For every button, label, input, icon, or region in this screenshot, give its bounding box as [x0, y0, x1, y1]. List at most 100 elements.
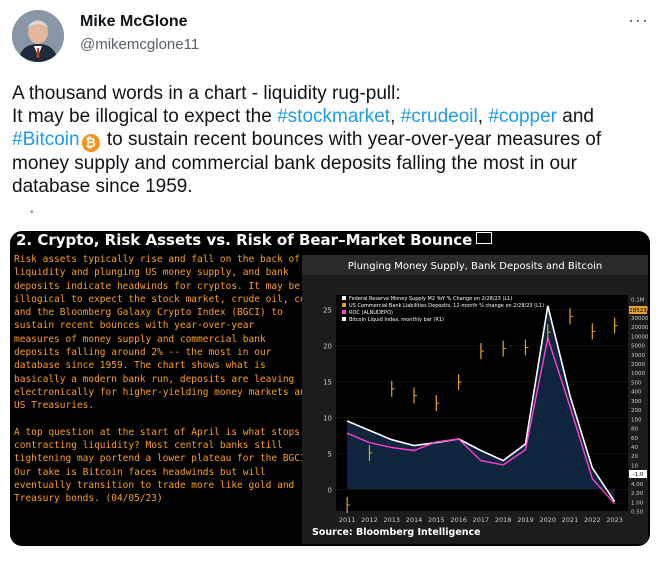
right-tick-label: 0.1M [631, 298, 645, 304]
left-tick-label: 25 [323, 306, 332, 314]
media-body-line: liquidity and plunging US money supply, … [14, 267, 289, 279]
tweet-media-image[interactable]: 2. Crypto, Risk Assets vs. Risk of Bear–… [10, 231, 650, 546]
x-tick-label: 2023 [606, 516, 623, 524]
right-marker-label: -1.0 [633, 472, 644, 478]
chart-svg: Plunging Money Supply, Bank Deposits and… [302, 255, 649, 538]
legend-label: US Commercial Bank Liabilities Deposits,… [349, 303, 544, 309]
media-body-line: Our take is Bitcoin faces headwinds but … [14, 466, 266, 478]
x-tick-label: 2011 [339, 516, 356, 524]
media-body-line: database since 1959. The chart shows wha… [14, 360, 266, 372]
media-body-line: deposits indicate headwinds for cryptos.… [14, 280, 300, 292]
right-tick-label: 400 [631, 390, 642, 396]
chart-title: Plunging Money Supply, Bank Deposits and… [348, 261, 602, 272]
media-body-line: and the Bloomberg Galaxy Crypto Index (B… [14, 307, 283, 319]
media-body-line [14, 413, 300, 426]
media-body-line: eventually transition to trade more like… [14, 480, 295, 492]
right-tick-label: 20000 [631, 325, 648, 331]
tweet-line: It may be illogical to expect the #stock… [12, 105, 652, 128]
tweet-text: A thousand words in a chart - liquidity … [12, 82, 652, 198]
right-tick-label: 200 [631, 408, 642, 414]
tweet-text-segment: to sustain recent bounces with year-over… [101, 129, 602, 150]
media-body-line: measures of money supply and commercial … [14, 333, 266, 345]
right-tick-label: 10000 [631, 334, 648, 340]
x-tick-label: 2019 [517, 516, 534, 524]
tweet-line: A thousand words in a chart - liquidity … [12, 83, 401, 104]
mail-icon [476, 232, 493, 244]
divider-dot: • [30, 207, 34, 218]
media-body-line: electronically for higher-yielding money… [14, 386, 312, 398]
tweet-line: money supply and commercial bank deposit… [12, 153, 578, 174]
x-tick-label: 2013 [383, 516, 400, 524]
chart-source: Source: Bloomberg Intelligence [312, 527, 481, 538]
right-tick-label: 20 [631, 454, 638, 460]
right-tick-label: 2.00 [631, 491, 644, 497]
tweet-line: #Bitcoin ₿ to sustain recent bounces with… [12, 128, 652, 152]
author-handle[interactable]: @mikemcglone11 [80, 36, 199, 53]
legend-swatch [342, 303, 346, 307]
tweet-text-segment: and [556, 106, 594, 127]
left-tick-label: 10 [323, 414, 332, 422]
right-tick-label: 40 [631, 445, 638, 451]
right-tick-label: 0.50 [631, 510, 644, 516]
right-tick-label: 500 [631, 380, 642, 386]
tweet-text-segment: , [477, 106, 489, 127]
tweet-text-segment: It may be illogical to expect the [12, 106, 278, 127]
bitcoin-emoji-icon: ₿ [81, 134, 100, 152]
right-tick-label: 2000 [631, 362, 645, 368]
left-tick-label: 20 [323, 342, 332, 350]
right-marker-label: 28523 [629, 308, 647, 314]
media-body-line: basically a modern bank run, deposits ar… [14, 373, 295, 385]
media-body-line: A top question at the start of April is … [14, 426, 300, 438]
right-tick-label: 10 [631, 463, 638, 469]
x-tick-label: 2014 [406, 516, 423, 524]
hashtag-bitcoin[interactable]: #Bitcoin [12, 129, 80, 150]
right-tick-label: 5000 [631, 344, 645, 350]
more-horizontal-icon[interactable]: ··· [628, 10, 649, 31]
chart-panel: Plunging Money Supply, Bank Deposits and… [302, 255, 649, 544]
x-tick-label: 2016 [450, 516, 467, 524]
media-body-line: sustain recent bounces with year-over-ye… [14, 320, 255, 332]
media-body-line: deposits falling around 2% -- the most i… [14, 347, 272, 359]
hashtag-crudeoil[interactable]: #crudeoil [401, 106, 478, 127]
legend-label: Bitcoin Liquid Index, monthly bar (R1) [349, 317, 444, 323]
legend-label: Federal Reserve Money Supply M2 YoY % Ch… [349, 296, 512, 302]
hashtag-stockmarket[interactable]: #stockmarket [277, 106, 390, 127]
author-name[interactable]: Mike McGlone [80, 13, 188, 31]
media-body-line: Treasury bonds. (04/05/23) [14, 493, 163, 505]
tweet-line: database since 1959. [12, 176, 193, 197]
right-tick-label: 80 [631, 427, 638, 433]
right-tick-label: 100 [631, 417, 642, 423]
x-tick-label: 2020 [539, 516, 556, 524]
media-header-text: 2. Crypto, Risk Assets vs. Risk of Bear–… [16, 231, 473, 249]
media-header: 2. Crypto, Risk Assets vs. Risk of Bear–… [16, 231, 493, 251]
hashtag-copper[interactable]: #copper [488, 106, 557, 127]
media-body-line: tightening may portend a lower plateau f… [14, 453, 312, 465]
x-tick-label: 2022 [584, 516, 601, 524]
media-body-line: Risk assets typically rise and fall on t… [14, 254, 300, 265]
right-tick-label: 3000 [631, 353, 645, 359]
media-body-line: illogical to expect the stock market, cr… [14, 293, 329, 305]
right-tick-label: 4.00 [631, 482, 644, 488]
right-tick-label: 1.00 [631, 500, 644, 506]
media-body-line: US Treasuries. [14, 400, 95, 412]
left-tick-label: 15 [323, 378, 332, 386]
x-tick-label: 2017 [473, 516, 490, 524]
right-tick-label: 30000 [631, 316, 648, 322]
tweet-text-segment: , [390, 106, 401, 127]
left-tick-label: 0 [328, 486, 332, 494]
x-tick-label: 2021 [562, 516, 579, 524]
media-body-line: contracting liquidity? Most central bank… [14, 440, 283, 452]
right-tick-label: 300 [631, 399, 642, 405]
x-tick-label: 2018 [495, 516, 512, 524]
x-tick-label: 2012 [361, 516, 378, 524]
x-tick-label: 2015 [428, 516, 445, 524]
legend-swatch [342, 317, 346, 321]
media-body-text: Risk assets typically rise and fall on t… [14, 253, 329, 506]
left-tick-label: 5 [328, 450, 332, 458]
right-tick-label: 60 [631, 436, 638, 442]
avatar[interactable] [12, 10, 64, 62]
right-tick-label: 1000 [631, 371, 645, 377]
legend-swatch [342, 296, 346, 300]
legend-swatch [342, 310, 346, 314]
legend-label: ROC (ALNUDEPO) [349, 310, 393, 316]
